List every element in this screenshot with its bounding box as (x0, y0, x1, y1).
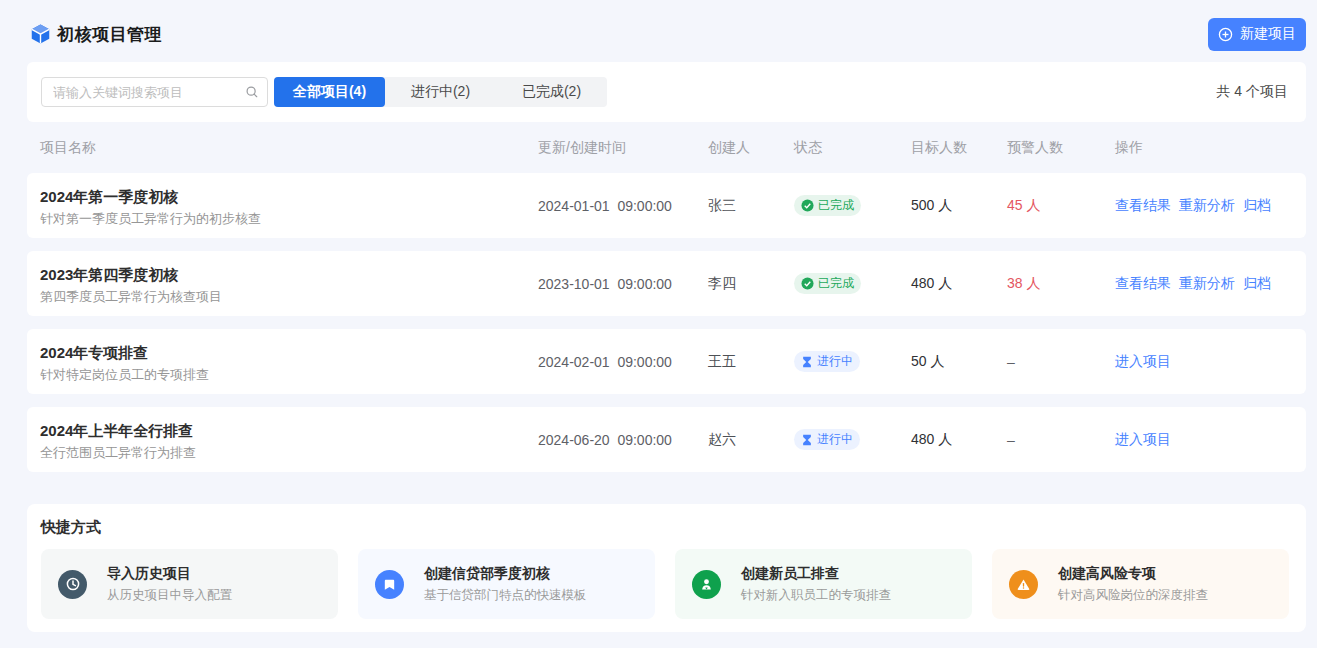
project-name: 2024年上半年全行排查 (40, 421, 538, 441)
project-description: 全行范围员工异常行为排查 (40, 444, 538, 462)
project-name: 2024年第一季度初核 (40, 187, 538, 207)
warning-count: 38 人 (1007, 275, 1115, 293)
target-count: 480 人 (911, 275, 1007, 293)
status-label: 进行中 (817, 353, 853, 370)
shortcut-description: 针对高风险岗位的深度排查 (1058, 587, 1208, 604)
circle-plus-icon (1218, 27, 1233, 42)
tab-all-projects[interactable]: 全部项目(4) (274, 77, 385, 107)
col-update-time: 更新/创建时间 (538, 139, 708, 157)
search-input[interactable] (41, 77, 268, 107)
target-count: 480 人 (911, 431, 1007, 449)
status-badge: 进行中 (794, 351, 860, 372)
shortcuts-section: 快捷方式 导入历史项目 从历史项目中导入配置 (27, 504, 1306, 632)
page-title: 初核项目管理 (57, 23, 162, 46)
shortcut-title: 导入历史项目 (107, 565, 232, 583)
tab-in-progress[interactable]: 进行中(2) (385, 77, 496, 107)
col-actions: 操作 (1115, 139, 1293, 157)
project-description: 第四季度员工异常行为核查项目 (40, 288, 538, 306)
tab-completed[interactable]: 已完成(2) (496, 77, 607, 107)
col-target-count: 目标人数 (911, 139, 1007, 157)
shortcut-create-credit-dept-review[interactable]: 创建信贷部季度初核 基于信贷部门特点的快速模板 (358, 549, 655, 619)
col-creator: 创建人 (708, 139, 794, 157)
status-badge: 进行中 (794, 429, 860, 450)
table-header: 项目名称 更新/创建时间 创建人 状态 目标人数 预警人数 操作 (27, 122, 1306, 173)
check-circle-icon (801, 199, 814, 212)
shortcut-title: 创建新员工排查 (741, 565, 891, 583)
status-label: 已完成 (818, 275, 854, 292)
table-row: 2024年第一季度初核 针对第一季度员工异常行为的初步核查 2024-01-01… (27, 173, 1306, 238)
shortcuts-title: 快捷方式 (41, 518, 1289, 537)
shortcut-import-history[interactable]: 导入历史项目 从历史项目中导入配置 (41, 549, 338, 619)
page-header: 初核项目管理 新建项目 (27, 0, 1306, 62)
status-label: 已完成 (818, 197, 854, 214)
shortcut-description: 基于信贷部门特点的快速模板 (424, 587, 587, 604)
project-name: 2024年专项排查 (40, 343, 538, 363)
total-project-count: 共 4 个项目 (1216, 83, 1288, 101)
project-time: 2023-10-01 09:00:00 (538, 276, 708, 292)
action-archive[interactable]: 归档 (1243, 197, 1271, 215)
cube-icon (30, 23, 51, 45)
project-time: 2024-06-20 09:00:00 (538, 432, 708, 448)
status-label: 进行中 (817, 431, 853, 448)
status-badge: 已完成 (794, 273, 861, 294)
project-creator: 李四 (708, 275, 794, 293)
col-warning-count: 预警人数 (1007, 139, 1115, 157)
hourglass-icon (801, 434, 813, 446)
warning-count: – (1007, 432, 1115, 448)
project-description: 针对第一季度员工异常行为的初步核查 (40, 210, 538, 228)
project-filter-tabs: 全部项目(4) 进行中(2) 已完成(2) (274, 77, 607, 107)
hourglass-icon (801, 356, 813, 368)
project-time: 2024-01-01 09:00:00 (538, 198, 708, 214)
table-row: 2024年专项排查 针对特定岗位员工的专项排查 2024-02-01 09:00… (27, 329, 1306, 394)
action-archive[interactable]: 归档 (1243, 275, 1271, 293)
project-creator: 赵六 (708, 431, 794, 449)
check-circle-icon (801, 277, 814, 290)
project-creator: 王五 (708, 353, 794, 371)
action-view-results[interactable]: 查看结果 (1115, 275, 1171, 293)
search-icon (245, 85, 259, 99)
new-project-button[interactable]: 新建项目 (1208, 18, 1306, 51)
target-count: 50 人 (911, 353, 1007, 371)
status-badge: 已完成 (794, 195, 861, 216)
action-view-results[interactable]: 查看结果 (1115, 197, 1171, 215)
shortcut-create-new-employee-screening[interactable]: 创建新员工排查 针对新入职员工的专项排查 (675, 549, 972, 619)
shortcut-create-high-risk-special[interactable]: 创建高风险专项 针对高风险岗位的深度排查 (992, 549, 1289, 619)
new-project-button-label: 新建项目 (1240, 25, 1296, 43)
page-content: 初核项目管理 新建项目 全部项目(4) 进行中( (27, 0, 1306, 632)
action-reanalyze[interactable]: 重新分析 (1179, 275, 1235, 293)
project-name: 2023年第四季度初核 (40, 265, 538, 285)
action-enter-project[interactable]: 进入项目 (1115, 431, 1171, 449)
user-icon (692, 570, 721, 599)
shortcut-title: 创建信贷部季度初核 (424, 565, 587, 583)
project-creator: 张三 (708, 197, 794, 215)
filter-toolbar: 全部项目(4) 进行中(2) 已完成(2) 共 4 个项目 (27, 62, 1306, 122)
table-row: 2023年第四季度初核 第四季度员工异常行为核查项目 2023-10-01 09… (27, 251, 1306, 316)
col-status: 状态 (794, 139, 911, 157)
action-enter-project[interactable]: 进入项目 (1115, 353, 1171, 371)
shortcut-description: 针对新入职员工的专项排查 (741, 587, 891, 604)
warning-count: – (1007, 354, 1115, 370)
project-description: 针对特定岗位员工的专项排查 (40, 366, 538, 384)
target-count: 500 人 (911, 197, 1007, 215)
col-project-name: 项目名称 (40, 139, 538, 157)
warning-icon (1009, 570, 1038, 599)
shortcut-title: 创建高风险专项 (1058, 565, 1208, 583)
action-reanalyze[interactable]: 重新分析 (1179, 197, 1235, 215)
table-row: 2024年上半年全行排查 全行范围员工异常行为排查 2024-06-20 09:… (27, 407, 1306, 472)
shortcut-description: 从历史项目中导入配置 (107, 587, 232, 604)
search-box (41, 77, 268, 107)
project-time: 2024-02-01 09:00:00 (538, 354, 708, 370)
bookmark-icon (375, 570, 404, 599)
warning-count: 45 人 (1007, 197, 1115, 215)
clock-icon (58, 570, 87, 599)
